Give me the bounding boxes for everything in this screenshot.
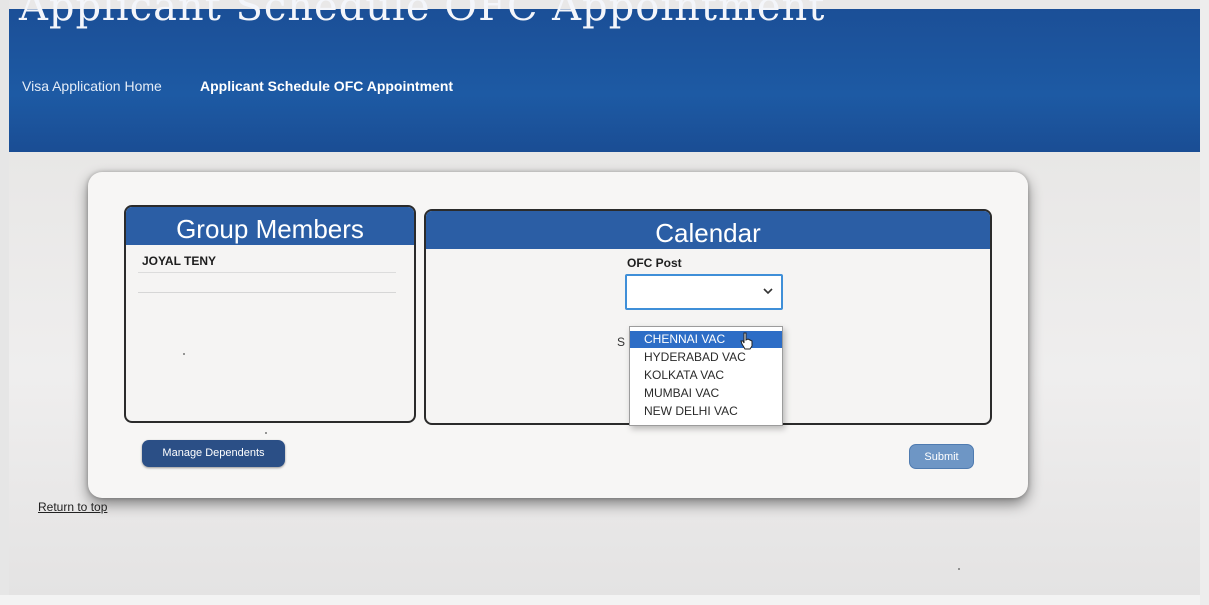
group-members-panel: Group Members JOYAL TENY [124,205,416,423]
manage-dependents-button[interactable]: Manage Dependents [142,440,285,467]
submit-button[interactable]: Submit [909,444,974,469]
dropdown-option-kolkata[interactable]: KOLKATA VAC [630,367,782,384]
return-to-top-link[interactable]: Return to top [38,500,107,514]
bezel-right [1200,0,1209,605]
dropdown-option-mumbai[interactable]: MUMBAI VAC [630,385,782,402]
page-title: Applicant Schedule OFC Appointment [19,0,826,30]
ofc-post-dropdown-list: CHENNAI VAC HYDERABAD VAC KOLKATA VAC MU… [629,326,783,426]
screen-speck [183,353,185,355]
hand-cursor-icon [740,332,754,350]
select-hint-text: S [617,335,626,349]
nav-current-page: Applicant Schedule OFC Appointment [200,78,454,94]
nav-link-visa-home[interactable]: Visa Application Home [22,78,162,94]
screen-frame: Applicant Schedule OFC Appointment Visa … [0,0,1209,605]
dropdown-option-chennai[interactable]: CHENNAI VAC [630,331,782,348]
bezel-left [0,0,9,605]
screen-speck [958,568,960,570]
bezel-bottom [0,595,1209,605]
chevron-down-icon [763,284,773,298]
member-name: JOYAL TENY [142,254,217,268]
page-header: Applicant Schedule OFC Appointment Visa … [9,0,1200,152]
screen-speck [265,432,267,434]
group-members-header: Group Members [126,207,414,245]
dropdown-option-new-delhi[interactable]: NEW DELHI VAC [630,403,782,420]
calendar-header: Calendar [426,211,990,249]
ofc-post-select[interactable] [625,274,783,310]
member-list-item[interactable]: JOYAL TENY [138,250,396,293]
ofc-post-label: OFC Post [627,256,682,270]
dropdown-option-hyderabad[interactable]: HYDERABAD VAC [630,349,782,366]
member-row-divider [138,272,396,273]
